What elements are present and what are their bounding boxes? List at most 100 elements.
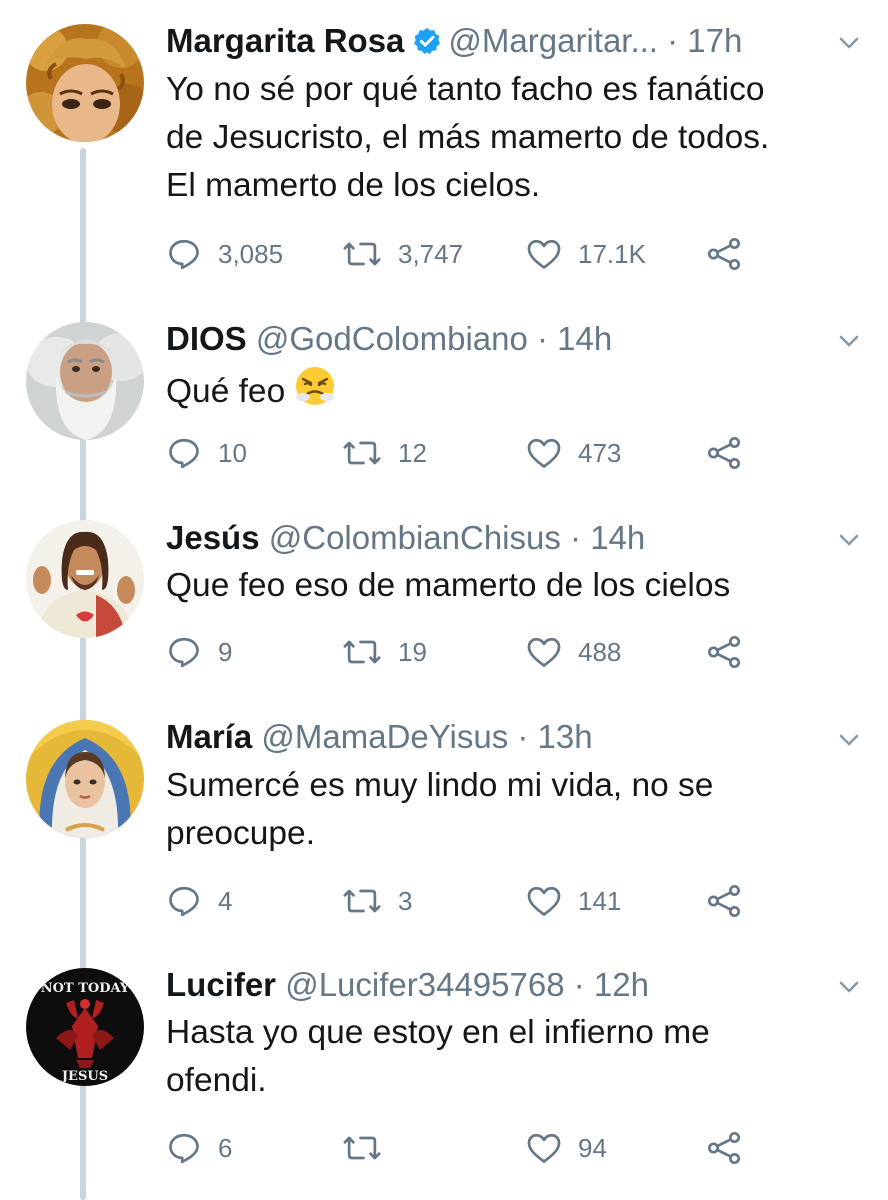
tweet-header: María @MamaDeYisus · 13h (166, 715, 828, 759)
like-count: 94 (578, 1132, 607, 1163)
share-button[interactable] (706, 234, 742, 274)
share-button[interactable] (706, 881, 742, 921)
retweet-icon (343, 889, 381, 913)
like-count: 488 (578, 636, 622, 667)
share-icon (707, 884, 741, 918)
share-button[interactable] (706, 632, 742, 672)
jesus-thumbs-up-avatar[interactable] (26, 520, 144, 638)
author-name[interactable]: María (166, 718, 252, 755)
baphomet-avatar[interactable]: NOT TODAY JESUS (26, 968, 144, 1086)
retweet-button[interactable]: 12 (342, 433, 427, 473)
reply-count: 10 (218, 437, 247, 468)
bearded-god-avatar[interactable] (26, 322, 144, 440)
tweet-text: Que feo eso de mamerto de los cielos (166, 562, 858, 610)
tweet-time[interactable]: · 13h (508, 718, 592, 755)
tweet-actions: 9 19 488 (166, 632, 746, 672)
tweet-time[interactable]: · 17h (658, 22, 742, 59)
tweet-lucifer[interactable]: NOT TODAY JESUS Lucifer @Lucifer34495768… (0, 948, 888, 1200)
heart-icon (527, 239, 561, 269)
share-button[interactable] (706, 1128, 742, 1168)
tweet-actions: 6 94 (166, 1128, 746, 1168)
author-name[interactable]: DIOS (166, 320, 247, 357)
like-button[interactable]: 141 (526, 881, 621, 921)
chevron-down-icon[interactable] (836, 30, 862, 56)
like-count: 473 (578, 437, 622, 468)
author-handle[interactable]: @GodColombiano (256, 320, 528, 357)
author-handle[interactable]: @ColombianChisus (269, 519, 561, 556)
tweet-text-line: de Jesucristo, el más mamerto de todos. (166, 119, 770, 156)
heart-icon (527, 637, 561, 667)
angry-face-emoji-icon (293, 364, 337, 422)
like-button[interactable]: 94 (526, 1128, 607, 1168)
like-button[interactable]: 473 (526, 433, 621, 473)
tweet-text-content: Qué feo (166, 373, 286, 410)
share-button[interactable] (706, 433, 742, 473)
avatar-text-top: NOT TODAY (41, 981, 130, 996)
tweet-actions: 3,085 3,747 17.1K (166, 234, 746, 274)
reply-icon (169, 637, 199, 668)
retweet-count: 3 (398, 885, 413, 916)
heart-icon (527, 1133, 561, 1163)
tweet-text-line: Que feo eso de mamerto de los cielos (166, 567, 731, 604)
retweet-icon (343, 441, 381, 465)
reply-icon (169, 438, 199, 469)
author-name[interactable]: Lucifer (166, 966, 276, 1003)
chevron-down-icon[interactable] (836, 974, 862, 1000)
tweet-time[interactable]: · 14h (528, 320, 612, 357)
like-button[interactable]: 488 (526, 632, 621, 672)
retweet-button[interactable]: 19 (342, 632, 427, 672)
retweet-count: 19 (398, 636, 427, 667)
share-icon (707, 237, 741, 271)
chevron-down-icon[interactable] (836, 727, 862, 753)
like-count: 17.1K (578, 238, 646, 269)
verified-badge-icon (412, 23, 442, 63)
reply-button[interactable]: 3,085 (166, 234, 283, 274)
virgin-mary-avatar[interactable] (26, 720, 144, 838)
tweet-text-line: El mamerto de los cielos. (166, 167, 541, 204)
tweet-time[interactable]: · 14h (561, 519, 645, 556)
author-handle[interactable]: @MamaDeYisus (261, 718, 508, 755)
tweet-dios[interactable]: DIOS @GodColombiano · 14h Qué feo 10 12 … (0, 300, 888, 500)
reply-button[interactable]: 4 (166, 881, 232, 921)
tweet-text-line: preocupe. (166, 815, 315, 852)
reply-icon (169, 1133, 199, 1164)
retweet-icon (343, 1136, 381, 1160)
tweet-text-line: Qué feo (166, 364, 858, 422)
reply-button[interactable]: 10 (166, 433, 247, 473)
tweet-margarita[interactable]: Margarita Rosa @Margaritar... · 17h Yo no… (0, 0, 888, 300)
author-handle[interactable]: @Margaritar... (448, 22, 658, 59)
share-icon (707, 436, 741, 470)
tweet-text: Yo no sé por qué tanto facho es fanático… (166, 66, 858, 210)
tweet-header: Margarita Rosa @Margaritar... · 17h (166, 19, 828, 63)
retweet-icon (343, 242, 381, 266)
like-count: 141 (578, 885, 622, 916)
reply-count: 4 (218, 885, 233, 916)
author-name[interactable]: Jesús (166, 519, 260, 556)
reply-button[interactable]: 6 (166, 1128, 232, 1168)
retweet-button[interactable] (342, 1128, 398, 1168)
tweet-jesus[interactable]: Jesús @ColombianChisus · 14h Que feo eso… (0, 500, 888, 700)
author-name[interactable]: Margarita Rosa (166, 22, 404, 59)
tweet-text: Qué feo (166, 364, 858, 422)
tweet-text: Sumercé es muy lindo mi vida, no se preo… (166, 762, 858, 858)
tweet-text-line: ofendi. (166, 1062, 267, 1099)
heart-icon (527, 886, 561, 916)
tweet-text-line: Sumercé es muy lindo mi vida, no se (166, 767, 714, 804)
reply-count: 9 (218, 636, 233, 667)
author-handle[interactable]: @Lucifer34495768 (285, 966, 564, 1003)
tweet-text-line: Yo no sé por qué tanto facho es fanático (166, 71, 765, 108)
retweet-button[interactable]: 3 (342, 881, 412, 921)
retweet-count: 12 (398, 437, 427, 468)
avatar-text-bottom: JESUS (61, 1069, 108, 1084)
tweet-text: Hasta yo que estoy en el infierno me ofe… (166, 1009, 858, 1105)
like-button[interactable]: 17.1K (526, 234, 646, 274)
chevron-down-icon[interactable] (836, 328, 862, 354)
tweet-time[interactable]: · 12h (565, 966, 649, 1003)
tweet-actions: 10 12 473 (166, 433, 746, 473)
retweet-button[interactable]: 3,747 (342, 234, 463, 274)
reply-button[interactable]: 9 (166, 632, 232, 672)
chevron-down-icon[interactable] (836, 527, 862, 553)
tweet-maria[interactable]: María @MamaDeYisus · 13h Sumercé es muy … (0, 700, 888, 948)
reply-count: 3,085 (218, 238, 284, 269)
curly-hair-woman-avatar[interactable] (26, 24, 144, 142)
